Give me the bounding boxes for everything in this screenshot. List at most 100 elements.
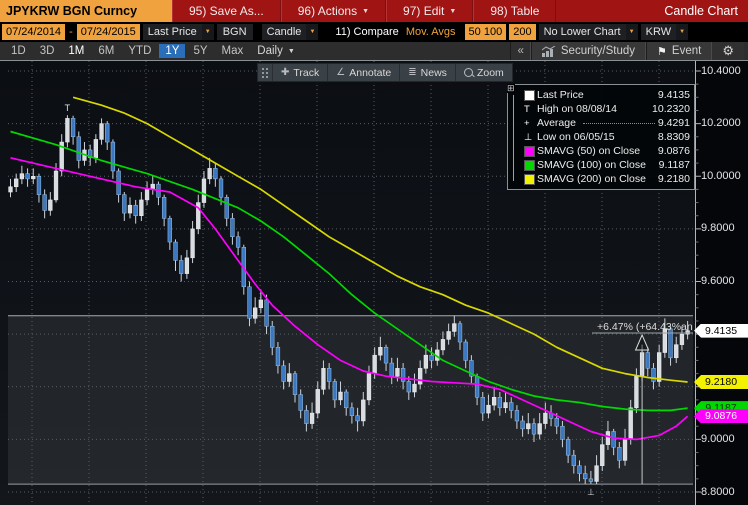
- candle-down: [134, 205, 138, 216]
- range-button-ytd[interactable]: YTD: [122, 44, 157, 58]
- event-button[interactable]: ⚑ Event: [646, 42, 712, 61]
- legend-row[interactable]: THigh on 08/08/1410.2320: [524, 102, 690, 116]
- legend-row[interactable]: ⊥Low on 06/05/158.8309: [524, 130, 690, 144]
- candle-up: [145, 189, 149, 200]
- pricing-source-field[interactable]: BGN: [217, 24, 253, 40]
- candle-down: [270, 326, 274, 347]
- security-study-button[interactable]: Security/Study: [531, 42, 646, 61]
- candle-down: [293, 374, 297, 395]
- chart-legend: ⊞ Last Price9.4135THigh on 08/08/1410.23…: [507, 84, 695, 190]
- range-button-3d[interactable]: 3D: [34, 44, 61, 58]
- legend-row[interactable]: SMAVG (50) on Close9.0876: [524, 144, 690, 158]
- candle-down: [105, 124, 109, 142]
- legend-tree-line: [513, 95, 514, 181]
- candle-down: [219, 179, 223, 197]
- drag-handle-icon[interactable]: [261, 67, 269, 78]
- candle-down: [652, 368, 656, 381]
- candle-up: [310, 413, 314, 424]
- candle-down: [407, 381, 411, 392]
- range-button-5y[interactable]: 5Y: [187, 44, 213, 58]
- candle-up: [322, 368, 326, 389]
- date-to-field[interactable]: 07/24/2015: [77, 24, 140, 40]
- currency-dropdown[interactable]: KRW ▼: [641, 24, 688, 40]
- settings-button[interactable]: ⚙: [712, 42, 744, 61]
- menu-bar: JPYKRW BGN Curncy 95) Save As...96) Acti…: [0, 0, 748, 22]
- collapse-button[interactable]: «: [510, 42, 530, 61]
- candle-down: [578, 466, 582, 474]
- legend-expander-icon[interactable]: ⊞: [507, 84, 515, 93]
- candle-down: [174, 242, 178, 260]
- caret-down-icon[interactable]: ▼: [676, 24, 688, 40]
- currency-label: KRW: [641, 26, 676, 38]
- candle-up: [208, 168, 212, 179]
- crosshair-icon: ✚: [281, 68, 289, 78]
- legend-row[interactable]: SMAVG (100) on Close9.1187: [524, 158, 690, 172]
- candle-down: [612, 431, 616, 447]
- lower-chart-dropdown[interactable]: No Lower Chart ▼: [539, 24, 638, 40]
- security-ticker[interactable]: JPYKRW BGN Curncy: [0, 0, 172, 22]
- candle-up: [543, 413, 547, 424]
- legend-value: 10.2320: [652, 103, 690, 115]
- legend-row[interactable]: Last Price9.4135: [524, 88, 690, 102]
- caret-down-icon: ▼: [362, 8, 369, 15]
- menu-item-96[interactable]: 96) Actions▼: [281, 0, 386, 22]
- menu-item-98[interactable]: 98) Table: [473, 0, 556, 22]
- lower-chart-label: No Lower Chart: [539, 26, 626, 38]
- menu-item-95[interactable]: 95) Save As...: [172, 0, 281, 22]
- caret-down-icon[interactable]: ▼: [626, 24, 638, 40]
- candle-up: [94, 139, 98, 157]
- candle-down: [589, 479, 593, 482]
- candle-down: [282, 366, 286, 382]
- annotate-button[interactable]: ∠ Annotate: [327, 64, 399, 81]
- legend-row[interactable]: +Average9.4291: [524, 116, 690, 130]
- candle-down: [572, 455, 576, 466]
- candle-down: [521, 421, 525, 429]
- range-button-1m[interactable]: 1M: [62, 44, 90, 58]
- periodicity-dropdown[interactable]: Daily ▼: [250, 44, 302, 58]
- price-tag: 9.2180: [694, 375, 748, 389]
- range-button-max[interactable]: Max: [216, 44, 250, 58]
- candle-down: [458, 324, 462, 342]
- caret-down-icon: ▼: [449, 8, 456, 15]
- mov-avgs-label[interactable]: Mov. Avgs: [406, 26, 456, 38]
- news-button[interactable]: ≣ News: [399, 64, 455, 81]
- chart-panel: T⊥+6.47% (+64.43%an ✚ Track ∠ Annotate ≣…: [0, 61, 748, 505]
- candle-down: [231, 218, 235, 236]
- caret-down-icon[interactable]: ▼: [306, 24, 318, 40]
- series-swatch: [524, 174, 537, 185]
- candle-down: [37, 176, 41, 194]
- legend-value: 9.4135: [658, 89, 690, 101]
- candle-up: [538, 424, 542, 435]
- candle-up: [452, 324, 456, 332]
- ma-periods-field-1[interactable]: 50 100: [465, 24, 507, 40]
- candle-up: [606, 431, 610, 444]
- chart-type-dropdown[interactable]: Candle ▼: [262, 24, 319, 40]
- candle-up: [191, 229, 195, 258]
- range-button-1y[interactable]: 1Y: [159, 44, 185, 58]
- periodicity-label: Daily: [257, 45, 283, 57]
- candle-down: [498, 397, 502, 408]
- range-button-1d[interactable]: 1D: [5, 44, 32, 58]
- candle-down: [236, 237, 240, 248]
- candle-up: [600, 445, 604, 466]
- ma-periods-field-2[interactable]: 200: [509, 24, 535, 40]
- track-button[interactable]: ✚ Track: [272, 64, 327, 81]
- candle-up: [378, 347, 382, 355]
- news-lines-icon: ≣: [408, 68, 416, 78]
- candle-down: [276, 347, 280, 365]
- candle-up: [316, 389, 320, 413]
- candle-down: [430, 355, 434, 360]
- candle-up: [487, 405, 491, 413]
- caret-down-icon[interactable]: ▼: [202, 24, 214, 40]
- range-button-6m[interactable]: 6M: [92, 44, 120, 58]
- legend-value: 9.0876: [658, 145, 690, 157]
- price-type-dropdown[interactable]: Last Price ▼: [143, 24, 214, 40]
- candle-down: [248, 287, 252, 319]
- legend-row[interactable]: SMAVG (200) on Close9.2180: [524, 172, 690, 186]
- date-from-field[interactable]: 07/24/2014: [2, 24, 65, 40]
- legend-label: Average: [537, 117, 576, 129]
- menu-item-97[interactable]: 97) Edit▼: [386, 0, 473, 22]
- compare-button[interactable]: 11) Compare: [331, 26, 402, 38]
- candle-up: [441, 339, 445, 350]
- zoom-button[interactable]: Zoom: [455, 64, 512, 81]
